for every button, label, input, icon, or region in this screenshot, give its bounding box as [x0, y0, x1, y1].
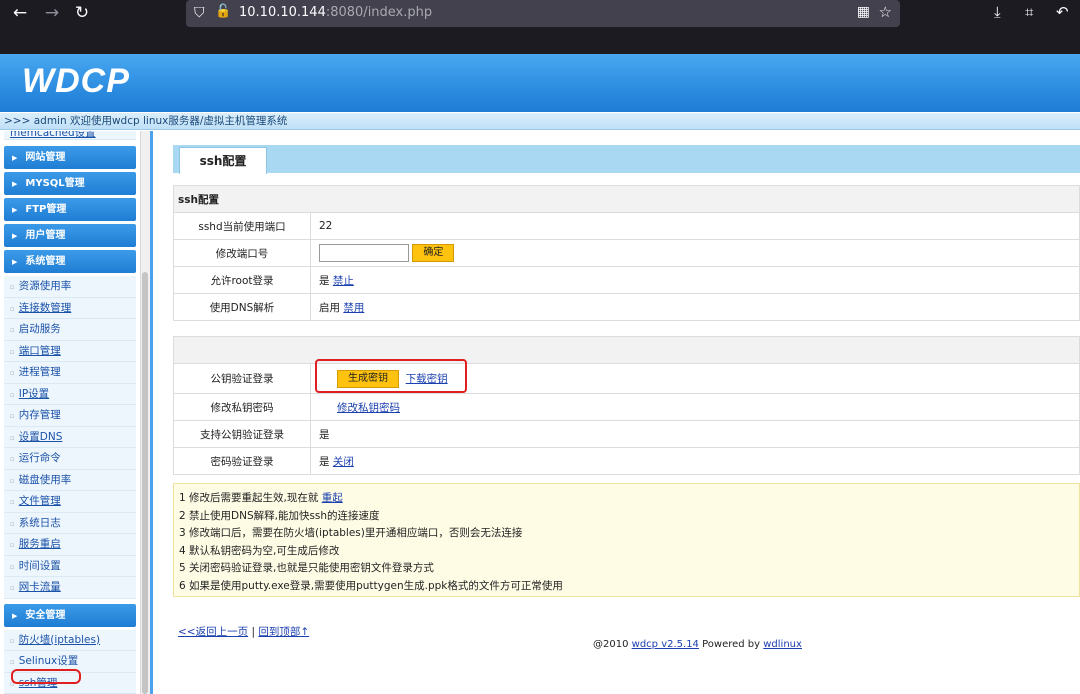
download-icon[interactable]: ⤓	[994, 3, 1001, 21]
main-content: ssh配置 ssh配置 sshd当前使用端口 22 修改端口号 确定 允许roo…	[153, 131, 1080, 694]
url-text[interactable]: 10.10.10.144:8080/index.php	[239, 5, 432, 20]
sidebar-item-connections[interactable]: ▫ 连接数管理	[4, 297, 136, 319]
sidebar-cat-security[interactable]: ▶ 安全管理	[4, 603, 136, 627]
triangle-right-icon: ▶	[12, 206, 18, 214]
triangle-right-icon: ▶	[12, 611, 18, 620]
wdcp-logo: WDCP	[22, 62, 130, 100]
row-label-password-login: 密码验证登录	[173, 447, 311, 475]
sidebar-item-firewall[interactable]: ▫ 防火墙(iptables)	[4, 629, 136, 651]
key-config-table: 公钥验证登录 生成密钥 下载密钥 修改私钥密码 修改私钥密码 支持公钥验证登录 …	[173, 336, 1080, 475]
row-label-port: sshd当前使用端口	[173, 212, 311, 240]
sidebar-item-process[interactable]: ▫ 进程管理	[4, 362, 136, 384]
sidebar-cat-website[interactable]: ▶ 网站管理	[4, 146, 136, 169]
disable-root-link[interactable]: 禁止	[333, 275, 354, 287]
triangle-right-icon: ▶	[12, 180, 18, 188]
note-line: 3 修改端口后，需要在防火墙(iptables)里开通相应端口，否则会无法连接	[179, 527, 523, 539]
sidebar-item-resource[interactable]: ▫ 资源使用率	[4, 276, 136, 298]
current-port-value: 22	[310, 212, 1080, 240]
back-arrow-icon[interactable]: ←	[8, 3, 32, 23]
crop-icon[interactable]: ⌗	[1025, 3, 1033, 21]
tab-ssh-config[interactable]: ssh配置	[179, 147, 267, 174]
ssh-config-table: ssh配置 sshd当前使用端口 22 修改端口号 确定 允许root登录 是 …	[173, 185, 1080, 321]
sidebar-scrollbar-thumb[interactable]	[142, 272, 148, 694]
note-line: 6 如果是使用putty.exe登录,需要使用puttygen生成.ppk格式的…	[179, 579, 563, 592]
triangle-right-icon: ▶	[12, 232, 18, 240]
note-line: 2 禁止使用DNS解释,能加快ssh的连接速度	[179, 509, 380, 522]
sidebar: memcached设置 ▶ 网站管理 ▶ MYSQL管理 ▶ FTP管理 ▶ 用户管理 …	[0, 131, 150, 694]
row-label-change-port: 修改端口号	[173, 239, 311, 267]
qr-code-icon[interactable]: ▦	[857, 4, 870, 20]
sidebar-menu: memcached设置 ▶ 网站管理 ▶ MYSQL管理 ▶ FTP管理 ▶ 用户管理 …	[4, 131, 136, 694]
root-login-value: 是	[319, 274, 330, 287]
sidebar-item-files[interactable]: ▫ 文件管理	[4, 491, 136, 513]
row-label-change-privkey: 修改私钥密码	[173, 393, 311, 421]
ssh-menu-highlight	[11, 669, 81, 684]
sidebar-item-ip[interactable]: ▫ IP设置	[4, 383, 136, 405]
back-link[interactable]: <<返回上一页	[178, 626, 248, 638]
top-link[interactable]: 回到顶部↑	[258, 626, 309, 638]
restart-link[interactable]: 重起	[322, 492, 343, 504]
sidebar-cat-system[interactable]: ▶ 系统管理	[4, 250, 136, 273]
footer: @2010 wdcp v2.5.14 Powered by wdlinux	[593, 639, 802, 650]
sidebar-item-memory[interactable]: ▫ 内存管理	[4, 405, 136, 427]
keygen-highlight	[315, 359, 467, 393]
sidebar-item-time[interactable]: ▫ 时间设置	[4, 555, 136, 577]
row-label-pubkey-login: 公钥验证登录	[173, 363, 311, 394]
sidebar-item-restart[interactable]: ▫ 服务重启	[4, 534, 136, 556]
browser-toolbar: ← → ↻ ⛉ 🔓 10.10.10.144:8080/index.php ▦ …	[0, 0, 1080, 54]
sidebar-item-disk[interactable]: ▫ 磁盘使用率	[4, 469, 136, 491]
note-line: 5 关闭密码验证登录,也就是只能使用密钥文件登录方式	[179, 562, 434, 574]
pubkey-support-value: 是	[319, 428, 330, 441]
sidebar-item-run-command[interactable]: ▫ 运行命令	[4, 448, 136, 470]
sidebar-item-memcached[interactable]: memcached设置	[4, 131, 136, 140]
blank-header-row	[173, 336, 1080, 364]
sidebar-item-nic[interactable]: ▫ 网卡流量	[4, 577, 136, 599]
sidebar-item-ports[interactable]: ▫ 端口管理	[4, 340, 136, 362]
close-password-login-link[interactable]: 关闭	[333, 456, 354, 468]
site-header: WDCP	[0, 54, 1080, 112]
wdlinux-link[interactable]: wdlinux	[763, 639, 802, 650]
disable-dns-link[interactable]: 禁用	[343, 302, 364, 314]
sidebar-cat-user[interactable]: ▶ 用户管理	[4, 224, 136, 247]
tab-bar	[173, 145, 1080, 173]
dns-value: 启用	[319, 301, 340, 314]
note-line: 1 修改后需要重起生效,现在就 重起	[179, 492, 343, 504]
shield-icon[interactable]: ⛉	[194, 5, 205, 21]
bookmark-star-icon[interactable]: ☆	[879, 3, 892, 21]
note-line: 4 默认私钥密码为空,可生成后修改	[179, 544, 340, 557]
undo-icon[interactable]: ↶	[1056, 3, 1069, 21]
sidebar-item-syslog[interactable]: ▫ 系统日志	[4, 512, 136, 534]
version-link[interactable]: wdcp v2.5.14	[632, 639, 699, 650]
welcome-bar: >>> admin 欢迎使用wdcp linux服务器/虚拟主机管理系统	[0, 112, 1080, 130]
triangle-right-icon: ▶	[12, 154, 18, 162]
sidebar-item-dns[interactable]: ▫ 设置DNS	[4, 426, 136, 448]
nav-separator: |	[251, 626, 255, 638]
row-label-dns: 使用DNS解析	[173, 293, 311, 321]
forward-arrow-icon[interactable]: →	[40, 3, 64, 23]
insecure-lock-icon[interactable]: 🔓	[215, 4, 231, 19]
address-bar[interactable]: ⛉ 🔓 10.10.10.144:8080/index.php ▦ ☆	[186, 0, 900, 27]
port-input[interactable]	[319, 244, 409, 262]
reload-icon[interactable]: ↻	[70, 3, 94, 23]
sidebar-cat-mysql[interactable]: ▶ MYSQL管理	[4, 172, 136, 195]
row-label-pubkey-support: 支持公钥验证登录	[173, 420, 311, 448]
sidebar-cat-ftp[interactable]: ▶ FTP管理	[4, 198, 136, 221]
row-label-root-login: 允许root登录	[173, 266, 311, 294]
sidebar-item-services[interactable]: ▫ 启动服务	[4, 319, 136, 341]
section-title: ssh配置	[173, 185, 1080, 213]
password-login-value: 是	[319, 455, 330, 468]
page-nav-links: <<返回上一页 | 回到顶部↑	[178, 624, 309, 639]
notes-box: 1 修改后需要重起生效,现在就 重起 2 禁止使用DNS解释,能加快ssh的连接…	[173, 483, 1080, 597]
triangle-right-icon: ▶	[12, 258, 18, 266]
change-privkey-link[interactable]: 修改私钥密码	[337, 402, 400, 414]
confirm-button[interactable]: 确定	[412, 244, 455, 262]
